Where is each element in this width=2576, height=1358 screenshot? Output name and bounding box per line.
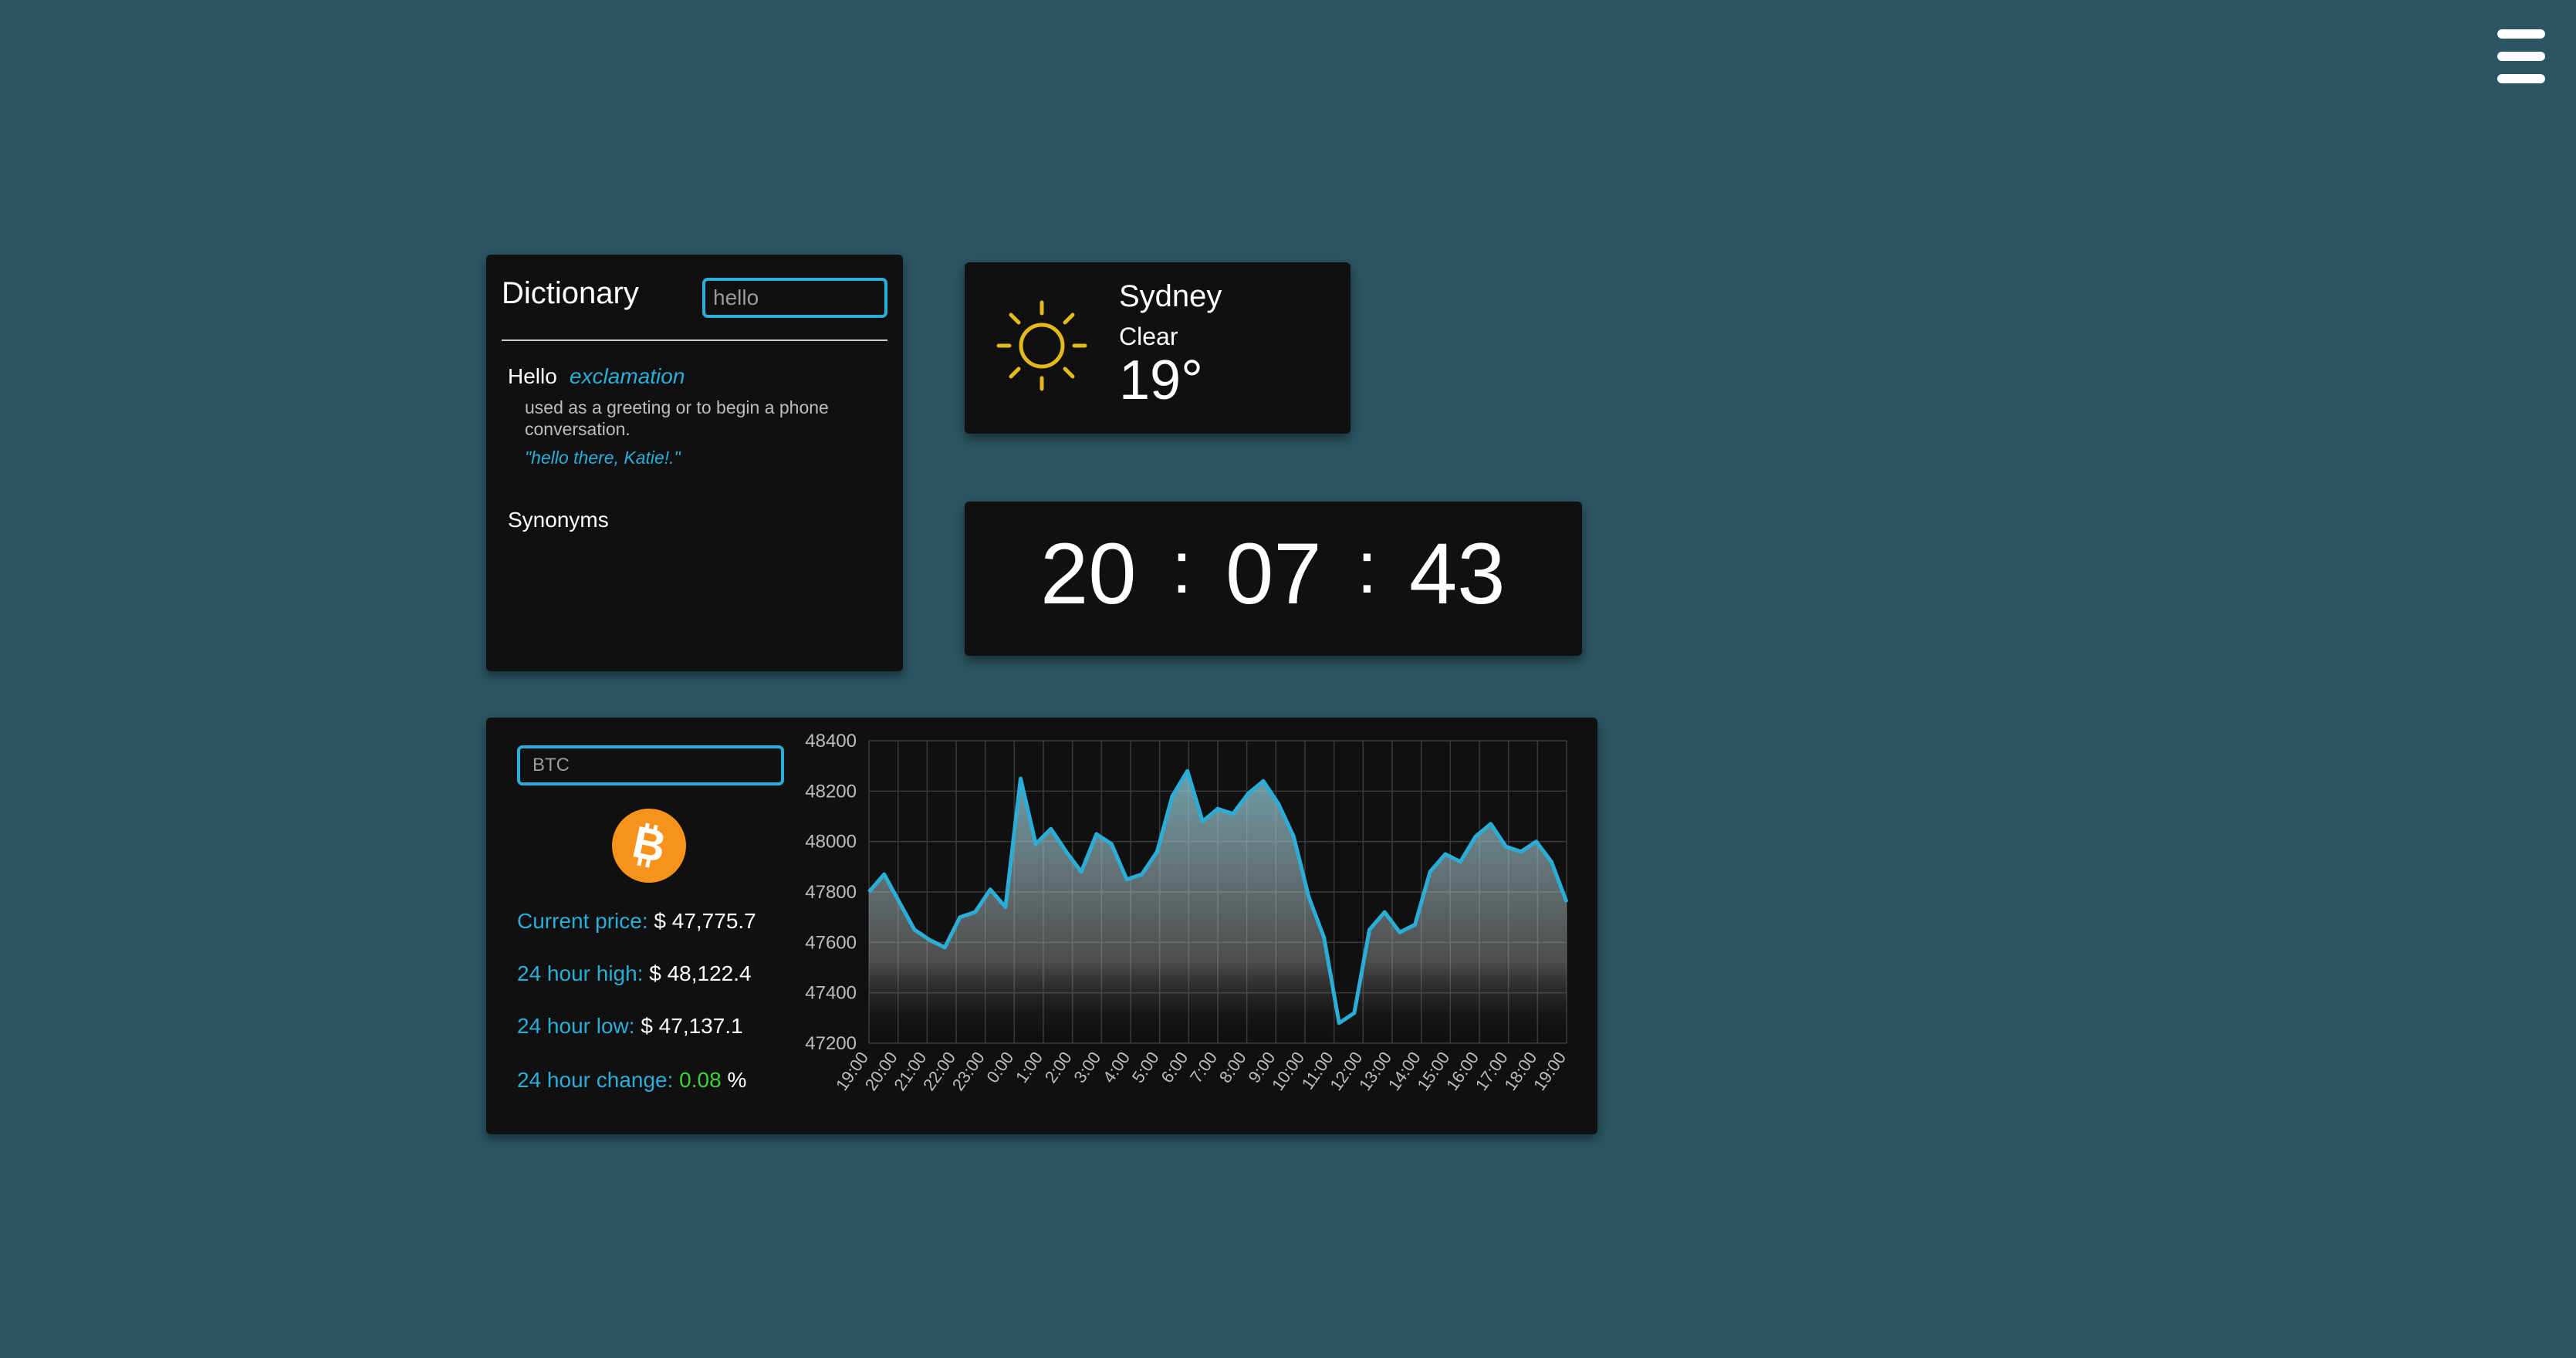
clock-hours: 20	[1040, 525, 1137, 622]
high-label: 24 hour high:	[517, 961, 644, 985]
y-tick-label: 47400	[805, 983, 857, 1004]
dictionary-title: Dictionary	[502, 276, 639, 310]
low-row: 24 hour low: $ 47,137.1	[517, 1014, 743, 1039]
bitcoin-icon: B	[612, 809, 686, 883]
weather-city: Sydney	[1119, 279, 1222, 313]
menu-bar	[2497, 52, 2545, 61]
high-row: 24 hour high: $ 48,122.4	[517, 961, 752, 986]
weather-temperature: 19°	[1119, 350, 1203, 411]
dictionary-search-input[interactable]	[702, 278, 887, 318]
x-tick-label: 5:00	[1128, 1049, 1163, 1086]
change-row: 24 hour change: 0.08 %	[517, 1068, 746, 1093]
clock-widget: 20 : 07 : 43	[965, 502, 1582, 656]
x-tick-label: 6:00	[1157, 1049, 1192, 1086]
clock-minutes: 07	[1225, 525, 1322, 622]
hamburger-menu-icon[interactable]	[2497, 29, 2545, 83]
x-tick-label: 4:00	[1099, 1049, 1134, 1086]
x-tick-label: 3:00	[1070, 1049, 1104, 1086]
clock-seconds: 43	[1409, 525, 1506, 622]
sun-icon	[996, 300, 1087, 391]
price-chart: 47200 47400 47600 47800 48000 48200 48400 19:0…	[805, 733, 1570, 1094]
change-label: 24 hour change:	[517, 1068, 674, 1092]
y-tick-label: 48000	[805, 832, 857, 853]
change-value: 0.08	[679, 1068, 722, 1092]
current-price-value: $ 47,775.7	[654, 909, 756, 933]
y-tick-label: 47800	[805, 882, 857, 903]
current-price-label: Current price:	[517, 909, 648, 933]
y-tick-label: 48400	[805, 733, 857, 752]
crypto-widget: B Current price: $ 47,775.7 24 hour high…	[486, 718, 1597, 1134]
low-label: 24 hour low:	[517, 1014, 635, 1038]
series-area	[869, 771, 1567, 1043]
dictionary-word: Hello	[508, 364, 557, 388]
weather-widget: Sydney Clear 19°	[965, 262, 1351, 434]
y-tick-label: 48200	[805, 781, 857, 802]
high-value: $ 48,122.4	[649, 961, 752, 985]
menu-bar	[2497, 74, 2545, 83]
part-of-speech: exclamation	[570, 364, 685, 388]
weather-condition: Clear	[1119, 323, 1178, 350]
change-unit: %	[727, 1068, 747, 1092]
y-tick-label: 47200	[805, 1033, 857, 1054]
x-tick-label: 23:00	[948, 1049, 989, 1094]
x-tick-label: 8:00	[1215, 1049, 1250, 1086]
y-tick-label: 47600	[805, 932, 857, 953]
synonyms-heading: Synonyms	[508, 508, 609, 532]
x-tick-label: 0:00	[982, 1049, 1017, 1086]
example-text: "hello there, Katie!."	[525, 448, 681, 468]
x-tick-label: 2:00	[1041, 1049, 1076, 1086]
menu-bar	[2497, 29, 2545, 39]
definition-text: used as a greeting or to begin a phone c…	[525, 397, 829, 439]
x-tick-label: 7:00	[1186, 1049, 1221, 1086]
low-value: $ 47,137.1	[641, 1014, 743, 1038]
clock-separator: :	[1357, 526, 1378, 609]
x-tick-label: 10:00	[1268, 1049, 1308, 1094]
current-price-row: Current price: $ 47,775.7	[517, 909, 756, 934]
dictionary-widget: Dictionary Hello exclamation used as a g…	[486, 255, 903, 671]
x-tick-label: 19:00	[1530, 1049, 1570, 1094]
crypto-search-input[interactable]	[517, 745, 784, 785]
x-tick-label: 1:00	[1012, 1049, 1046, 1086]
clock-separator: :	[1171, 526, 1192, 609]
divider	[502, 340, 887, 341]
